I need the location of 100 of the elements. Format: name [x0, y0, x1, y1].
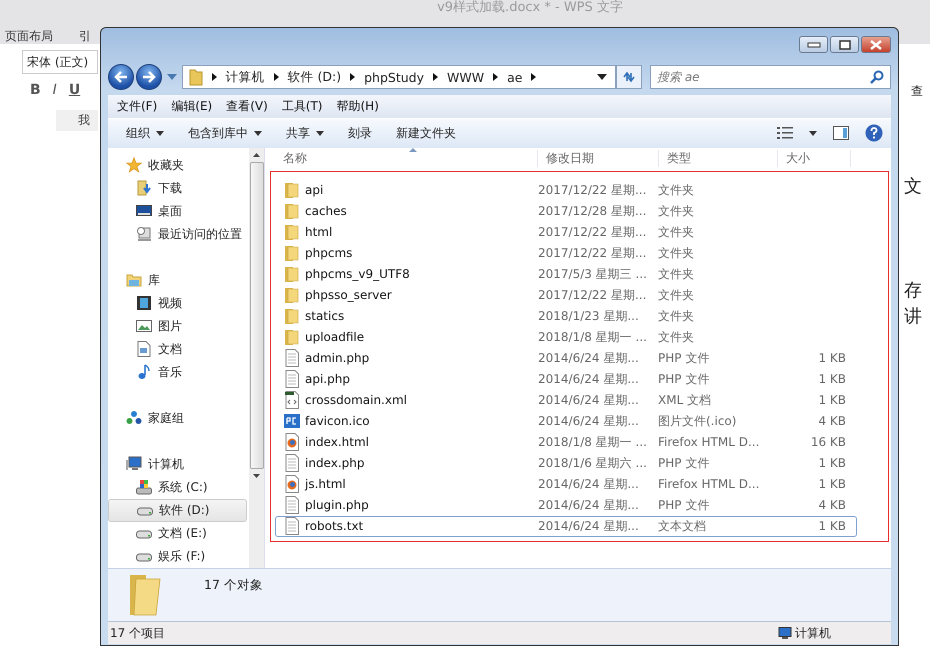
forward-button[interactable]	[136, 64, 162, 90]
menu-item[interactable]: 帮助(H)	[336, 98, 379, 116]
chevron-icon[interactable]	[212, 73, 217, 81]
nav-item[interactable]: 娱乐 (F:)	[108, 544, 247, 568]
file-name: admin.php	[305, 351, 370, 366]
nav-item[interactable]: 家庭组	[108, 406, 247, 430]
chevron-icon[interactable]	[493, 73, 498, 81]
address-bar[interactable]: 计算机 软件 (D:) phpStudy WWW ae	[182, 65, 616, 89]
chevron-icon[interactable]	[433, 73, 438, 81]
file-row[interactable]: api 2017/12/22 星期... 文件夹	[275, 180, 857, 201]
scroll-down-icon[interactable]	[253, 474, 260, 478]
nav-item[interactable]: 下载	[108, 176, 247, 200]
file-row[interactable]: index.html 2018/1/8 星期一 ... Firefox HTML D... 16 KB	[275, 432, 857, 453]
file-type: PHP 文件	[658, 370, 710, 388]
nav-item[interactable]: 计算机	[108, 452, 247, 476]
nav-item[interactable]: 图片	[108, 314, 247, 338]
file-row[interactable]: html 2017/12/22 星期... 文件夹	[275, 222, 857, 243]
nav-item[interactable]: 视频	[108, 292, 247, 315]
help-icon[interactable]	[865, 124, 883, 142]
breadcrumb-item[interactable]: WWW	[447, 70, 484, 84]
minimize-button[interactable]	[799, 36, 828, 53]
view-options-icon[interactable]	[777, 126, 793, 140]
file-row[interactable]: js.html 2014/6/24 星期... Firefox HTML D... 1 KB	[275, 474, 857, 495]
menu-item[interactable]: 工具(T)	[282, 98, 322, 116]
nav-item[interactable]: 系统 (C:)	[108, 476, 247, 499]
modified-date: 2018/1/8 星期一 ...	[538, 434, 648, 451]
breadcrumb-item[interactable]: phpStudy	[364, 70, 424, 84]
file-type: 文件夹	[658, 182, 695, 199]
file-name: statics	[305, 309, 344, 324]
nav-item[interactable]: 文档	[108, 338, 247, 361]
file-type: 文件夹	[658, 266, 695, 283]
modified-date: 2017/12/22 星期...	[538, 182, 648, 199]
close-button[interactable]	[861, 36, 891, 53]
ribbon-tab[interactable]: 引	[79, 28, 91, 45]
file-size: 1 KB	[818, 393, 846, 408]
document-icon	[284, 454, 300, 472]
format-button[interactable]: B	[30, 82, 41, 98]
file-row[interactable]: statics 2018/1/23 星期... 文件夹	[275, 306, 857, 327]
toolbar-button[interactable]: 新建文件夹	[388, 122, 464, 145]
find-label[interactable]: 查	[911, 83, 923, 100]
file-type: PHP 文件	[658, 350, 710, 367]
nav-item[interactable]: 软件 (D:)	[108, 498, 247, 522]
breadcrumb-item[interactable]: 软件 (D:)	[288, 68, 342, 86]
font-field[interactable]: 宋体 (正文)	[22, 50, 98, 74]
document-text: 讲	[904, 306, 922, 328]
column-header[interactable]: 名称	[275, 150, 538, 168]
file-row[interactable]: phpcms 2017/12/22 星期... 文件夹	[275, 242, 857, 264]
nav-item[interactable]: 文档 (E:)	[108, 522, 247, 545]
back-arrow-icon	[114, 71, 128, 83]
refresh-button[interactable]	[616, 65, 642, 89]
file-row[interactable]: robots.txt 2014/6/24 星期... 文本文档 1 KB	[275, 516, 857, 537]
file-row[interactable]: crossdomain.xml 2014/6/24 星期... XML 文档 1 KB	[275, 390, 857, 411]
file-row[interactable]: admin.php 2014/6/24 星期... PHP 文件 1 KB	[275, 348, 857, 369]
toolbar-button[interactable]: 共享	[278, 122, 332, 145]
modified-date: 2017/5/3 星期三 ...	[538, 266, 648, 283]
chevron-icon[interactable]	[274, 73, 279, 81]
history-dropdown-icon[interactable]	[166, 74, 177, 80]
toolbar-button[interactable]: 包含到库中	[180, 122, 270, 145]
ribbon-tab[interactable]: 页面布局	[5, 28, 53, 45]
nav-item[interactable]: 收藏夹	[108, 154, 247, 177]
maximize-button[interactable]	[830, 36, 859, 53]
column-header[interactable]: 类型	[659, 150, 778, 168]
file-row[interactable]: phpsso_server 2017/12/22 星期... 文件夹	[275, 284, 857, 306]
menu-item[interactable]: 文件(F)	[117, 98, 158, 116]
format-button[interactable]: I	[52, 82, 57, 98]
toolbar-button[interactable]: 组织	[118, 122, 172, 145]
chevron-icon[interactable]	[531, 73, 536, 81]
file-row[interactable]: plugin.php 2014/6/24 星期... PHP 文件 4 KB	[275, 494, 857, 516]
breadcrumb-item[interactable]: ae	[507, 70, 522, 84]
file-row[interactable]: index.php 2018/1/6 星期六 ... PHP 文件 1 KB	[275, 452, 857, 474]
chevron-icon[interactable]	[350, 73, 356, 81]
file-row[interactable]: api.php 2014/6/24 星期... PHP 文件 1 KB	[275, 368, 857, 390]
file-row[interactable]: caches 2017/12/28 星期... 文件夹	[275, 200, 857, 222]
nav-item[interactable]: 库	[108, 268, 247, 292]
search-field[interactable]: 搜索 ae	[650, 65, 892, 89]
nav-item[interactable]: 音乐	[108, 360, 247, 384]
column-header[interactable]: 修改日期	[538, 150, 659, 168]
nav-item[interactable]: 最近访问的位置	[108, 222, 247, 246]
dropdown-icon[interactable]	[597, 74, 608, 80]
document-text: 存	[904, 280, 922, 302]
column-header[interactable]: 大小	[778, 150, 851, 168]
search-icon[interactable]	[870, 70, 884, 84]
file-row[interactable]: phpcms_v9_UTF8 2017/5/3 星期三 ... 文件夹	[275, 264, 857, 285]
nav-item[interactable]: 桌面	[108, 200, 247, 223]
file-name: crossdomain.xml	[305, 393, 407, 408]
format-button[interactable]: U	[68, 82, 80, 98]
scrollbar[interactable]	[249, 148, 264, 568]
back-button[interactable]	[108, 64, 134, 90]
scroll-up-icon[interactable]	[253, 152, 260, 157]
breadcrumb-item[interactable]: 计算机	[226, 68, 265, 86]
file-row[interactable]: uploadfile 2018/1/8 星期一 ... 文件夹	[275, 326, 857, 348]
menu-item[interactable]: 查看(V)	[226, 98, 268, 116]
file-size: 1 KB	[818, 519, 846, 534]
document-icon	[284, 496, 300, 514]
file-row[interactable]: favicon.ico 2014/6/24 星期... 图片文件(.ico) 4 KB	[275, 410, 857, 432]
close-icon	[869, 40, 883, 50]
toolbar-button[interactable]: 刻录	[340, 122, 380, 145]
menu-item[interactable]: 编辑(E)	[171, 98, 212, 116]
preview-pane-icon[interactable]	[833, 126, 849, 140]
caret-icon[interactable]	[809, 130, 817, 136]
